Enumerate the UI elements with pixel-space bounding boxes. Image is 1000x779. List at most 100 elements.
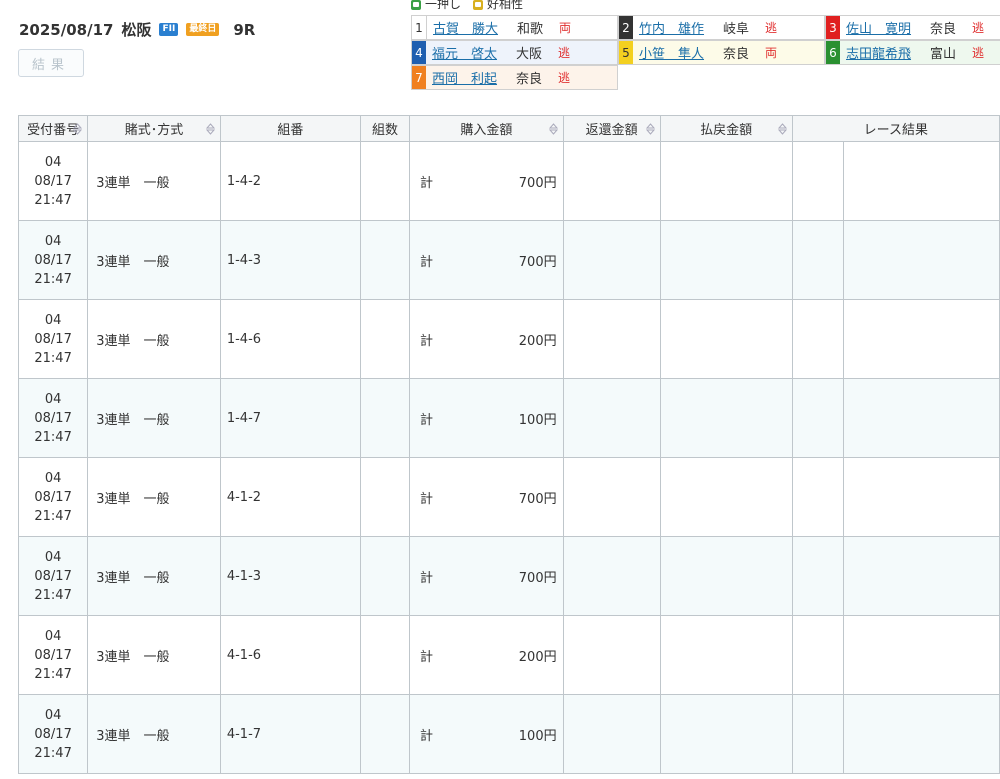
race-result-cell — [791, 615, 844, 695]
receipt-time: 21:47 — [34, 429, 72, 445]
result-button[interactable]: 結果 — [18, 49, 84, 77]
combination-cell: 1-4-2 — [219, 141, 361, 221]
purchase-amount: 100円 — [518, 412, 557, 428]
payout-cell — [659, 615, 793, 695]
racer-name-link[interactable]: 佐山 寛明 — [846, 18, 924, 37]
venue-name: 松阪 — [121, 21, 152, 39]
col-header-refund[interactable]: 返還金額 — [562, 115, 661, 142]
count-cell — [359, 615, 411, 695]
racer-prefecture: 和歌 — [517, 22, 544, 37]
col-header-combination: 組番 — [219, 115, 361, 142]
purchase-amount: 700円 — [518, 175, 557, 191]
payout-cell — [659, 299, 793, 379]
sort-icon[interactable] — [548, 123, 558, 135]
receipt-cell: 04 08/17 21:47 — [17, 141, 89, 221]
sort-icon[interactable] — [205, 123, 215, 135]
bet-table: 受付番号 賭式･方式 組番 組数 購入金額 返還金額 払戻金額 レース結果 04… — [17, 115, 1000, 774]
sort-icon[interactable] — [777, 123, 787, 135]
count-cell — [359, 694, 411, 774]
count-cell — [359, 141, 411, 221]
racer-name-link[interactable]: 小笹 隼人 — [639, 43, 717, 62]
racer-5: 5 小笹 隼人 奈良 両 — [618, 40, 825, 65]
refund-cell — [562, 536, 661, 616]
refund-cell — [562, 378, 661, 458]
col-header-bet-type[interactable]: 賭式･方式 — [87, 115, 221, 142]
payout-cell — [659, 378, 793, 458]
day-badge: 最終日 — [186, 23, 220, 36]
racer-prefecture: 大阪 — [516, 47, 543, 62]
receipt-date: 08/17 — [34, 173, 72, 189]
table-row: 04 08/17 21:47 3連単 一般 4-1-6 計 200円 — [17, 615, 1000, 695]
total-label: 計 — [420, 570, 434, 586]
racer-number: 6 — [826, 41, 840, 64]
combination-cell: 4-1-7 — [219, 694, 361, 774]
racer-name-link[interactable]: 志田龍希飛 — [846, 43, 924, 62]
receipt-id: 04 — [44, 707, 62, 723]
racer-style: 逃 — [558, 71, 571, 85]
receipt-date: 08/17 — [34, 252, 72, 268]
racer-name-link[interactable]: 古賀 勝大 — [433, 18, 511, 37]
receipt-id: 04 — [44, 233, 62, 249]
racer-style: 逃 — [558, 46, 571, 60]
racer-row-2: 4 福元 啓太 大阪 逃 5 小笹 隼人 奈良 両 6 志田龍希飛 富山 逃 — [411, 40, 1000, 65]
count-cell — [359, 378, 411, 458]
sort-icon[interactable] — [73, 123, 83, 135]
purchase-amount: 700円 — [518, 254, 557, 270]
count-cell — [359, 299, 411, 379]
purchase-cell: 計 700円 — [409, 220, 564, 300]
racer-name-link[interactable]: 西岡 利起 — [432, 68, 510, 87]
racer-number: 4 — [412, 41, 426, 64]
race-result-cell — [842, 536, 1000, 616]
payout-cell — [659, 220, 793, 300]
col-header-purchase[interactable]: 購入金額 — [409, 115, 564, 142]
total-label: 計 — [420, 491, 434, 507]
col-header-payout[interactable]: 払戻金額 — [659, 115, 793, 142]
count-cell — [359, 220, 411, 300]
race-result-cell — [842, 299, 1000, 379]
racer-name-link[interactable]: 竹内 雄作 — [639, 18, 717, 37]
sort-icon[interactable] — [645, 123, 655, 135]
combination-cell: 4-1-3 — [219, 536, 361, 616]
col-header-race-result: レース結果 — [791, 115, 1000, 142]
receipt-time: 21:47 — [34, 192, 72, 208]
race-result-cell — [791, 694, 844, 774]
grade-badge: FII — [159, 23, 179, 36]
receipt-cell: 04 08/17 21:47 — [17, 457, 89, 537]
count-cell — [359, 536, 411, 616]
total-label: 計 — [420, 333, 434, 349]
race-date: 2025/08/17 — [19, 20, 114, 39]
col-header-receipt[interactable]: 受付番号 — [17, 115, 89, 142]
receipt-id: 04 — [44, 470, 62, 486]
racer-2: 2 竹内 雄作 岐阜 逃 — [618, 15, 825, 40]
receipt-time: 21:47 — [34, 350, 72, 366]
racer-number: 3 — [826, 16, 840, 39]
count-cell — [359, 457, 411, 537]
racer-name-link[interactable]: 福元 啓太 — [432, 43, 510, 62]
refund-cell — [562, 615, 661, 695]
purchase-amount: 700円 — [518, 491, 557, 507]
total-label: 計 — [420, 254, 434, 270]
combination-cell: 1-4-3 — [219, 220, 361, 300]
racer-number: 5 — [619, 41, 633, 64]
racer-number: 7 — [412, 66, 426, 89]
racer-prefecture: 奈良 — [723, 47, 750, 62]
race-result-cell — [791, 299, 844, 379]
legend-kou-aishou: 好相性 — [473, 0, 523, 12]
purchase-amount: 200円 — [518, 333, 557, 349]
racer-7: 7 西岡 利起 奈良 逃 — [411, 65, 618, 90]
racer-row-3: 7 西岡 利起 奈良 逃 — [411, 65, 618, 90]
bet-type-cell: 3連単 一般 — [87, 694, 221, 774]
receipt-date: 08/17 — [34, 726, 72, 742]
bet-type-cell: 3連単 一般 — [87, 457, 221, 537]
total-label: 計 — [420, 728, 434, 744]
racer-number: 1 — [412, 16, 427, 39]
racer-style: 両 — [765, 46, 778, 60]
receipt-date: 08/17 — [34, 331, 72, 347]
table-row: 04 08/17 21:47 3連単 一般 4-1-2 計 700円 — [17, 457, 1000, 537]
race-result-cell — [791, 378, 844, 458]
combination-cell: 1-4-6 — [219, 299, 361, 379]
racer-style: 逃 — [972, 21, 985, 35]
receipt-id: 04 — [44, 391, 62, 407]
racer-prefecture: 富山 — [930, 47, 957, 62]
legend: 一押し 好相性 — [411, 0, 523, 12]
